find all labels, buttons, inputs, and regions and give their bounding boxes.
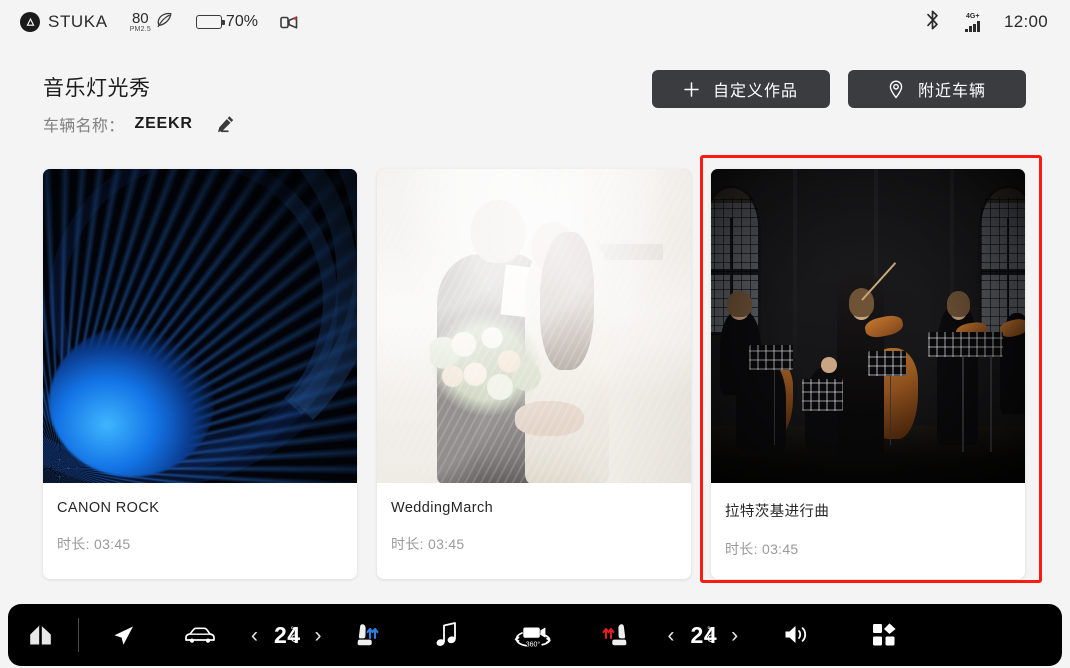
show-card-canon-rock[interactable]: CANON ROCK 时长: 03:45 [43,169,357,579]
svg-text:360°: 360° [525,641,540,649]
blue-spiral-artwork [43,169,357,483]
nav-surround-view-button[interactable]: 360° [490,604,576,666]
battery-indicator: 70% [195,13,258,31]
show-card-radetzky-march[interactable]: 拉特茨基进行曲 时长: 03:45 [711,169,1025,579]
passenger-temperature-control: ‹ 24 ° C › [654,622,753,649]
driver-temp-decrease[interactable]: ‹ [251,625,258,646]
nav-home-button[interactable] [8,604,72,666]
nearby-vehicles-button[interactable]: 附近车辆 [848,70,1026,108]
seat-ventilation-icon [357,624,378,646]
driver-temp-unit: ° C [290,625,299,646]
card-title: CANON ROCK [57,500,160,516]
network-label: 4G+ [965,12,980,20]
spiral-vignette [43,169,357,483]
nav-media-button[interactable] [406,604,490,666]
leaf-icon [154,10,174,35]
card-thumbnail [43,169,357,483]
card-duration: 时长: 03:45 [725,541,799,557]
car-icon [185,627,215,643]
veil-texture [377,169,691,483]
nav-right-group: 360° ‹ 24 ° C › [490,604,925,666]
vehicle-name-row: 车辆名称： ZEEKR [43,112,237,136]
card-title: WeddingMarch [391,500,494,516]
nav-volume-button[interactable] [752,604,844,666]
nav-navigation-button[interactable] [85,604,159,666]
custom-work-label: 自定义作品 [712,83,798,100]
show-card-wedding-march[interactable]: WeddingMarch 时长: 03:45 [377,169,691,579]
show-card-list: CANON ROCK 时长: 03:45 WeddingMarch 时长: 03… [43,155,1042,583]
plus-icon [684,81,699,97]
card-body: CANON ROCK 时长: 03:45 [43,483,357,574]
bluetooth-icon[interactable] [924,9,941,36]
wedding-couple-artwork [377,169,691,483]
page-header: 音乐灯光秀 车辆名称： ZEEKR 自定义作品 附近车辆 [0,58,1070,148]
nav-left-group: ‹ 24 ° C › [8,604,490,666]
card-thumbnail [711,169,1025,483]
location-pin-icon [888,79,904,99]
battery-percent: 70% [225,13,258,30]
driver-temperature-control: ‹ 24 ° C › [241,622,332,649]
brand-name: STUKA [48,12,108,31]
status-bar-left: STUKA 80 PM2.5 70% [0,10,304,35]
nearby-vehicles-label: 附近车辆 [917,83,986,100]
dashcam-icon[interactable] [280,14,304,30]
card-body: 拉特茨基进行曲 时长: 03:45 [711,483,1025,579]
network-signal: 4G+ [965,13,980,32]
navigation-arrow-icon [114,626,133,645]
celsius-symbol: C [707,633,716,646]
screen-root: STUKA 80 PM2.5 70% 4G+ 12:00 音乐灯光秀 车辆名称：… [0,0,1070,668]
bottom-nav-bar: ‹ 24 ° C › 360° ‹ 24 ° C › [8,604,1062,666]
clock: 12:00 [1003,12,1048,31]
battery-icon [195,15,225,29]
vehicle-name-label: 车辆名称： [43,118,125,135]
camera-360-icon: 360° [514,627,551,649]
card-body: WeddingMarch 时长: 03:45 [377,483,691,574]
passenger-temp-increase[interactable]: › [731,625,738,646]
nav-apps-button[interactable] [844,604,924,666]
custom-work-button[interactable]: 自定义作品 [652,70,830,108]
air-quality-indicator: 80 PM2.5 [130,10,174,35]
card-thumbnail [377,169,691,483]
passenger-temp-decrease[interactable]: ‹ [668,625,675,646]
passenger-temp-unit: ° C [707,625,716,646]
status-bar: STUKA 80 PM2.5 70% 4G+ 12:00 [0,0,1070,44]
home-icon [29,625,51,645]
nav-vehicle-button[interactable] [159,604,241,666]
card-duration: 时长: 03:45 [57,536,131,552]
status-bar-right: 4G+ 12:00 [924,9,1048,36]
nav-seat-heating-button[interactable] [576,604,654,666]
pm25-unit-label: PM2.5 [129,26,151,33]
battery-cap [222,19,225,25]
header-actions: 自定义作品 附近车辆 [652,70,1026,108]
music-note-icon [436,622,456,646]
page-title: 音乐灯光秀 [43,77,151,100]
nav-divider [78,618,79,652]
brand-logo: STUKA [20,12,108,32]
card-duration: 时长: 03:45 [391,536,465,552]
orchestra-vignette [711,169,1025,483]
orchestra-artwork [711,169,1025,483]
driver-temp-display: 24 ° C [274,622,300,649]
volume-icon [785,626,807,643]
driver-temp-increase[interactable]: › [315,625,322,646]
triangle-badge-icon [20,12,40,32]
seat-heating-icon [602,624,626,646]
celsius-symbol: C [290,633,299,646]
pm25-value: 80 [131,10,149,27]
pencil-edit-icon[interactable] [215,113,237,135]
nav-seat-ventilation-button[interactable] [332,604,406,666]
signal-bars-icon [965,20,980,32]
passenger-temp-display: 24 ° C [691,622,717,649]
apps-grid-icon [873,623,896,646]
card-title: 拉特茨基进行曲 [725,504,830,520]
vehicle-name-value: ZEEKR [134,115,193,132]
